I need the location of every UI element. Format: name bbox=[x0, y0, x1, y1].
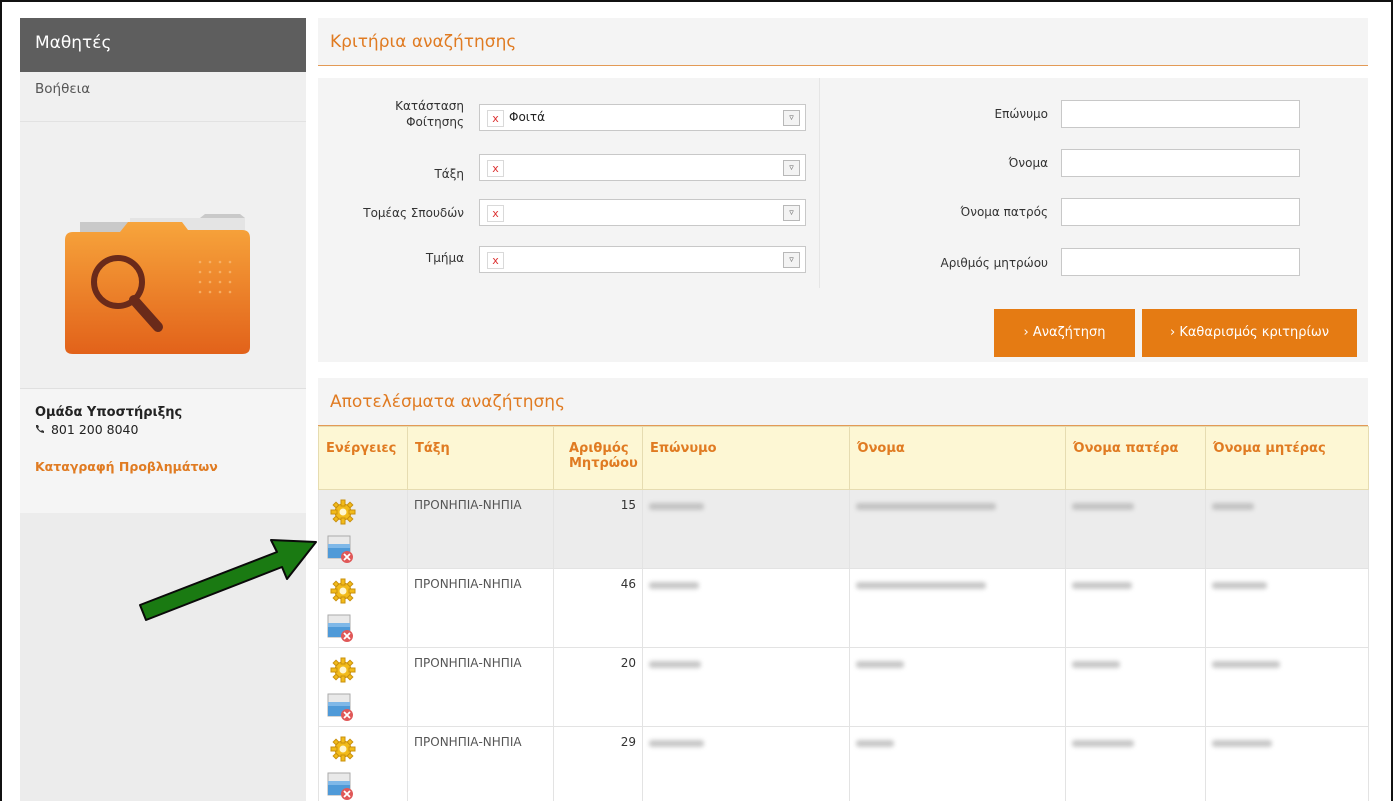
phone-icon bbox=[35, 422, 47, 437]
search-button[interactable]: › Αναζήτηση bbox=[994, 309, 1135, 357]
clear-selection-icon[interactable]: x bbox=[487, 160, 504, 177]
mother-cell-redacted bbox=[1205, 489, 1369, 569]
father-cell-redacted bbox=[1065, 726, 1206, 801]
gear-icon[interactable] bbox=[329, 498, 357, 529]
chevron-down-icon[interactable]: ▿ bbox=[783, 160, 800, 176]
section-dropdown[interactable]: x ▿ bbox=[479, 246, 806, 273]
gear-icon[interactable] bbox=[329, 577, 357, 608]
name-label: Όνομα bbox=[1008, 156, 1048, 170]
surname-cell-redacted bbox=[642, 489, 850, 569]
registry-cell: 46 bbox=[553, 568, 643, 648]
actions-cell bbox=[318, 489, 408, 569]
registry-number-label: Αριθμός μητρώου bbox=[940, 256, 1048, 270]
col-actions: Ενέργειες bbox=[318, 426, 408, 490]
class-cell: ΠΡΟΝΗΠΙΑ-ΝΗΠΙΑ bbox=[407, 489, 554, 569]
surname-cell-redacted bbox=[642, 647, 850, 727]
gear-icon[interactable] bbox=[329, 735, 357, 766]
class-cell: ΠΡΟΝΗΠΙΑ-ΝΗΠΙΑ bbox=[407, 568, 554, 648]
chevron-down-icon[interactable]: ▿ bbox=[783, 110, 800, 126]
report-problems-link[interactable]: Καταγραφή Προβλημάτων bbox=[35, 459, 306, 474]
father-name-input[interactable] bbox=[1061, 198, 1300, 226]
surname-input[interactable] bbox=[1061, 100, 1300, 128]
father-cell-redacted bbox=[1065, 568, 1206, 648]
surname-label: Επώνυμο bbox=[994, 107, 1048, 121]
actions-cell bbox=[318, 568, 408, 648]
support-phone: 801 200 8040 bbox=[35, 422, 306, 437]
name-input[interactable] bbox=[1061, 149, 1300, 177]
help-link[interactable]: Βοήθεια bbox=[20, 72, 306, 122]
sector-dropdown[interactable]: x ▿ bbox=[479, 199, 806, 226]
surname-cell-redacted bbox=[642, 726, 850, 801]
name-cell-redacted bbox=[849, 647, 1066, 727]
col-registry-line2: Μητρώου bbox=[569, 456, 638, 471]
folder-delete-icon[interactable] bbox=[326, 769, 362, 801]
father-cell-redacted bbox=[1065, 489, 1206, 569]
surname-cell-redacted bbox=[642, 568, 850, 648]
folder-delete-icon[interactable] bbox=[326, 611, 362, 648]
col-mother-name[interactable]: Όνομα μητέρας bbox=[1205, 426, 1369, 490]
phone-number: 801 200 8040 bbox=[50, 422, 139, 437]
status-label-line2: Φοίτησης bbox=[406, 115, 464, 129]
name-cell-redacted bbox=[849, 726, 1066, 801]
registry-number-input[interactable] bbox=[1061, 248, 1300, 276]
registry-cell: 29 bbox=[553, 726, 643, 801]
status-dropdown[interactable]: x Φοιτά ▿ bbox=[479, 104, 806, 131]
page-frame: Μαθητές Βοήθεια Ομάδα Υποστήριξης 801 20… bbox=[0, 0, 1393, 801]
col-surname[interactable]: Επώνυμο bbox=[642, 426, 850, 490]
chevron-down-icon[interactable]: ▿ bbox=[783, 205, 800, 221]
actions-cell bbox=[318, 726, 408, 801]
name-cell-redacted bbox=[849, 489, 1066, 569]
gear-icon[interactable] bbox=[329, 656, 357, 687]
col-class[interactable]: Τάξη bbox=[407, 426, 554, 490]
status-value: Φοιτά bbox=[509, 110, 545, 124]
clear-selection-icon[interactable]: x bbox=[487, 205, 504, 222]
status-label: Κατάσταση Φοίτησης bbox=[378, 98, 464, 130]
class-cell: ΠΡΟΝΗΠΙΑ-ΝΗΠΙΑ bbox=[407, 726, 554, 801]
father-name-label: Όνομα πατρός bbox=[960, 205, 1048, 219]
actions-cell bbox=[318, 647, 408, 727]
search-folder-icon bbox=[20, 122, 306, 388]
col-name[interactable]: Όνομα bbox=[849, 426, 1066, 490]
mother-cell-redacted bbox=[1205, 647, 1369, 727]
chevron-down-icon[interactable]: ▿ bbox=[783, 252, 800, 268]
father-cell-redacted bbox=[1065, 647, 1206, 727]
status-label-line1: Κατάσταση bbox=[395, 99, 464, 113]
table-row[interactable]: ΠΡΟΝΗΠΙΑ-ΝΗΠΙΑ 46 bbox=[318, 568, 1369, 648]
clear-selection-icon[interactable]: x bbox=[487, 252, 504, 269]
folder-delete-icon[interactable] bbox=[326, 690, 362, 727]
clear-selection-icon[interactable]: x bbox=[487, 110, 504, 127]
table-header-row: Ενέργειες Τάξη Αριθμός Μητρώου Επώνυμο Ό… bbox=[318, 426, 1369, 490]
criteria-section-title: Κριτήρια αναζήτησης bbox=[318, 18, 1368, 66]
sidebar: Μαθητές Βοήθεια Ομάδα Υποστήριξης 801 20… bbox=[20, 18, 306, 801]
annotation-arrow bbox=[139, 539, 317, 621]
section-label: Τμήμα bbox=[425, 251, 464, 265]
table-row[interactable]: ΠΡΟΝΗΠΙΑ-ΝΗΠΙΑ 15 bbox=[318, 489, 1369, 569]
mother-cell-redacted bbox=[1205, 726, 1369, 801]
col-father-name[interactable]: Όνομα πατέρα bbox=[1065, 426, 1206, 490]
name-cell-redacted bbox=[849, 568, 1066, 648]
registry-cell: 20 bbox=[553, 647, 643, 727]
class-dropdown[interactable]: x ▿ bbox=[479, 154, 806, 181]
class-label: Τάξη bbox=[434, 167, 464, 181]
clear-criteria-button[interactable]: › Καθαρισμός κριτηρίων bbox=[1142, 309, 1357, 357]
mother-cell-redacted bbox=[1205, 568, 1369, 648]
criteria-left-column: Κατάσταση Φοίτησης x Φοιτά ▿ Τάξη x ▿ Το… bbox=[318, 78, 820, 288]
folder-delete-icon[interactable] bbox=[326, 532, 362, 569]
results-section-title: Αποτελέσματα αναζήτησης bbox=[318, 378, 1368, 426]
col-registry[interactable]: Αριθμός Μητρώου bbox=[553, 426, 643, 490]
col-registry-line1: Αριθμός bbox=[569, 441, 629, 456]
registry-cell: 15 bbox=[553, 489, 643, 569]
table-row[interactable]: ΠΡΟΝΗΠΙΑ-ΝΗΠΙΑ 20 bbox=[318, 647, 1369, 727]
results-table: Ενέργειες Τάξη Αριθμός Μητρώου Επώνυμο Ό… bbox=[318, 426, 1369, 801]
table-row[interactable]: ΠΡΟΝΗΠΙΑ-ΝΗΠΙΑ 29 bbox=[318, 726, 1369, 801]
criteria-panel: Κατάσταση Φοίτησης x Φοιτά ▿ Τάξη x ▿ Το… bbox=[318, 78, 1368, 362]
class-cell: ΠΡΟΝΗΠΙΑ-ΝΗΠΙΑ bbox=[407, 647, 554, 727]
sidebar-title: Μαθητές bbox=[20, 18, 306, 72]
support-box: Ομάδα Υποστήριξης 801 200 8040 Καταγραφή… bbox=[20, 388, 306, 513]
sector-label: Τομέας Σπουδών bbox=[363, 206, 464, 220]
support-title: Ομάδα Υποστήριξης bbox=[35, 405, 183, 420]
